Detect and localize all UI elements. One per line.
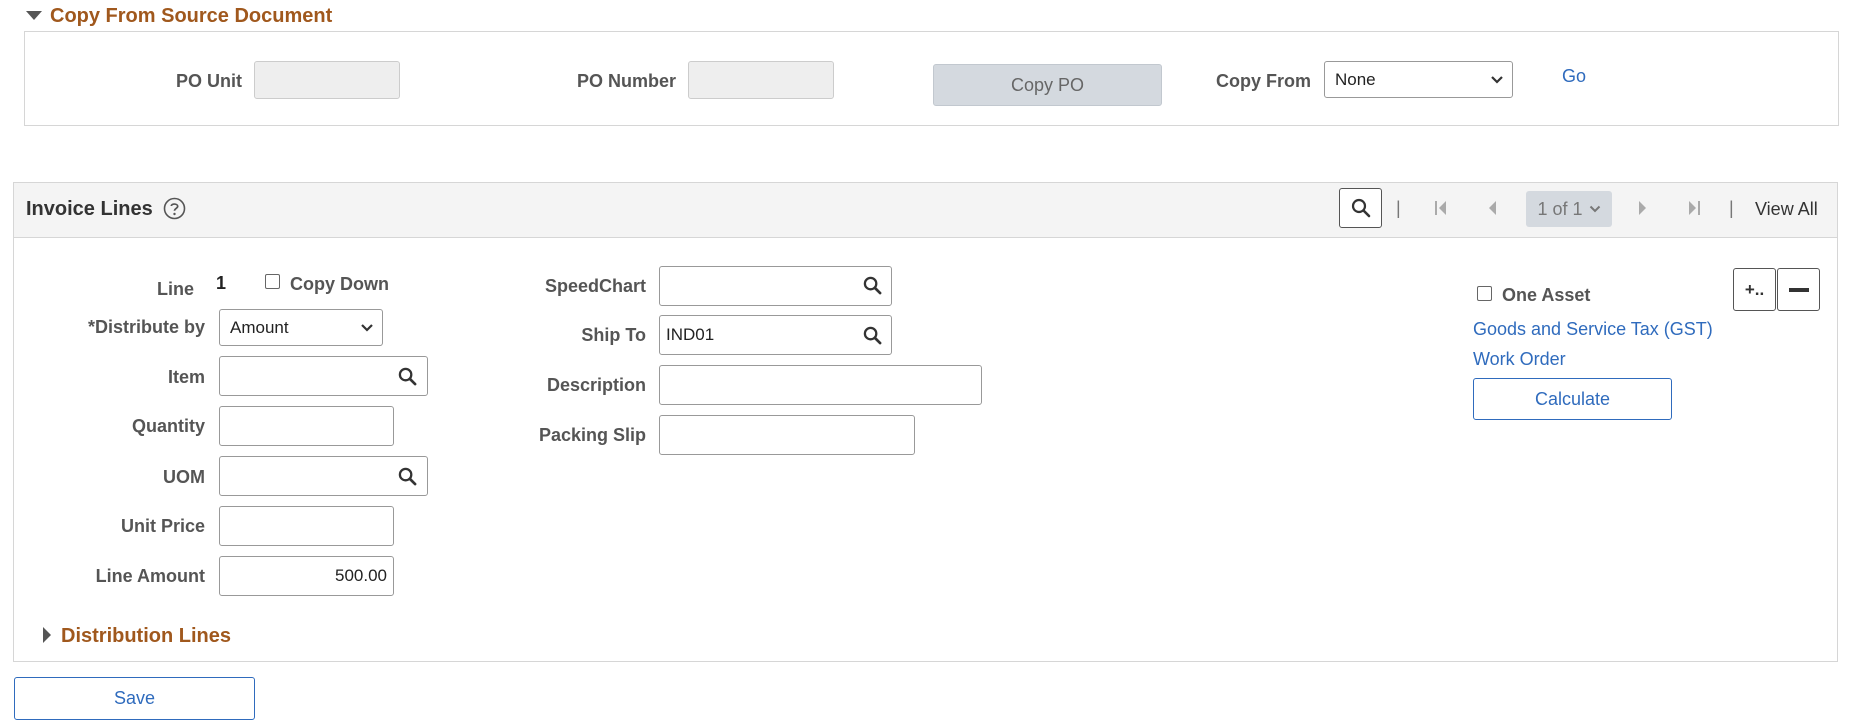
copy-from-label: Copy From (1215, 71, 1311, 91)
page-select[interactable]: 1 of 1 (1526, 191, 1612, 227)
line-amount-label: Line Amount (95, 566, 205, 586)
add-row-icon: +.. (1744, 279, 1765, 299)
copy-down-label: Copy Down (290, 274, 389, 294)
add-row-button[interactable]: +.. (1733, 268, 1776, 311)
previous-page-button[interactable] (1477, 193, 1507, 223)
item-label: Item (167, 367, 205, 387)
one-asset-label: One Asset (1502, 285, 1591, 305)
delete-row-button[interactable] (1777, 268, 1820, 311)
quantity-label: Quantity (131, 416, 205, 436)
po-unit-input[interactable] (254, 61, 400, 99)
distribute-by-selected: Amount (230, 317, 289, 337)
description-label: Description (546, 375, 646, 395)
distribution-lines-title[interactable]: Distribution Lines (61, 625, 231, 648)
gst-link[interactable]: Goods and Service Tax (GST) (1473, 319, 1713, 340)
unit-price-input[interactable] (219, 506, 394, 546)
search-icon (863, 326, 881, 344)
uom-lookup-button[interactable] (392, 461, 422, 491)
po-number-input[interactable] (688, 61, 834, 99)
chevron-down-icon (1491, 75, 1503, 84)
description-input[interactable] (659, 365, 982, 405)
packing-slip-input[interactable] (659, 415, 915, 455)
previous-page-icon (1489, 201, 1496, 215)
ship-to-label: Ship To (581, 325, 646, 345)
line-label: Line (156, 279, 194, 299)
work-order-link[interactable]: Work Order (1473, 349, 1566, 370)
search-icon (1351, 198, 1370, 218)
grid-search-button[interactable] (1339, 188, 1382, 228)
page-text: 1 of 1 (1537, 198, 1583, 219)
copy-down-checkbox[interactable] (265, 274, 280, 289)
last-page-icon (1689, 201, 1700, 215)
speedchart-lookup-button[interactable] (857, 270, 887, 300)
copy-from-select[interactable]: None (1324, 61, 1513, 98)
search-icon (863, 276, 881, 294)
chevron-down-icon (361, 323, 373, 332)
calculate-button[interactable]: Calculate (1473, 378, 1672, 420)
copy-from-selected: None (1335, 69, 1376, 89)
delete-row-icon (1788, 287, 1809, 292)
quantity-input[interactable] (219, 406, 394, 446)
packing-slip-label: Packing Slip (538, 425, 646, 445)
search-icon (398, 367, 416, 385)
line-number: 1 (216, 273, 227, 293)
search-icon (398, 467, 416, 485)
speedchart-label: SpeedChart (544, 276, 646, 296)
collapse-triangle-icon[interactable] (26, 11, 42, 20)
view-all-link[interactable]: View All (1755, 199, 1818, 220)
first-page-icon (1435, 201, 1446, 215)
expand-triangle-icon[interactable] (43, 627, 51, 643)
save-button[interactable]: Save (14, 677, 255, 720)
distribute-by-label: *Distribute by (87, 317, 205, 337)
copy-section-title[interactable]: Copy From Source Document (50, 5, 332, 28)
help-icon[interactable] (163, 197, 186, 220)
next-page-button[interactable] (1628, 193, 1658, 223)
line-amount-input[interactable] (219, 556, 394, 596)
last-page-button[interactable] (1679, 193, 1709, 223)
chevron-down-icon (1589, 205, 1600, 213)
one-asset-checkbox[interactable] (1477, 286, 1492, 301)
ship-to-lookup-button[interactable] (857, 320, 887, 350)
po-unit-label: PO Unit (176, 71, 242, 91)
distribute-by-select[interactable]: Amount (219, 309, 383, 346)
pager-separator: | (1729, 198, 1734, 218)
go-link[interactable]: Go (1562, 66, 1586, 87)
next-page-icon (1639, 201, 1646, 215)
item-lookup-button[interactable] (392, 361, 422, 391)
unit-price-label: Unit Price (120, 516, 205, 536)
po-number-label: PO Number (576, 71, 676, 91)
invoice-lines-title: Invoice Lines (26, 198, 153, 220)
first-page-button[interactable] (1426, 193, 1456, 223)
uom-label: UOM (163, 467, 205, 487)
copy-po-button[interactable]: Copy PO (933, 64, 1162, 106)
pager-separator: | (1396, 198, 1401, 218)
